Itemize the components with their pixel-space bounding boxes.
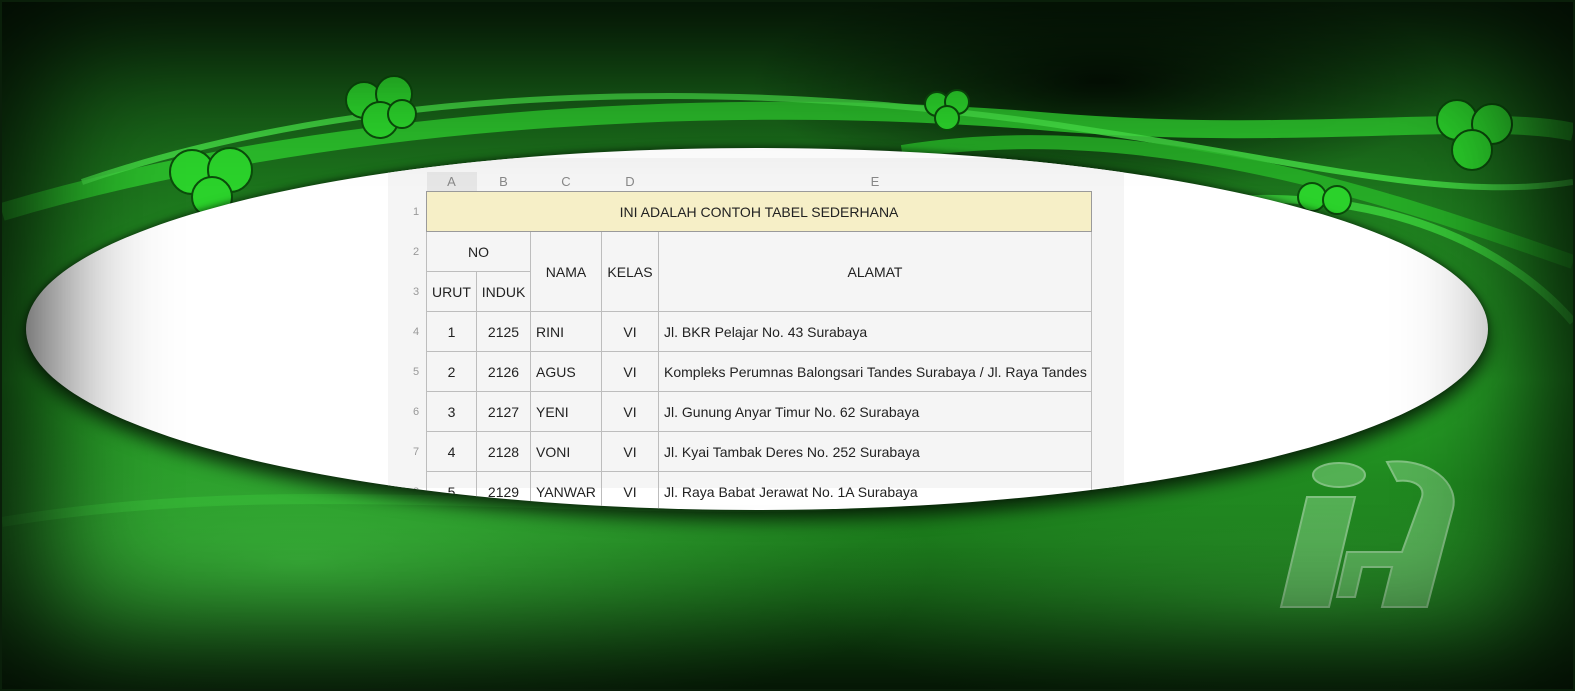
cell-urut[interactable]: 4 [426,431,477,472]
table-title[interactable]: INI ADALAH CONTOH TABEL SEDERHANA [426,191,1092,232]
row-number-4[interactable]: 4 [406,312,427,352]
row-number-3[interactable]: 3 [406,272,427,312]
header-no[interactable]: NO [426,231,531,272]
header-nama[interactable]: NAMA [530,231,602,312]
spotlight-ellipse: A B C D E 1 INI ADALAH CONTOH TABEL SEDE… [26,148,1488,510]
table-row: 6 3 2127 YENI VI Jl. Gunung Anyar Timur … [406,391,1092,432]
table-row: 8 5 2129 YANWAR VI Jl. Raya Babat Jerawa… [406,471,1092,511]
corner-cell [406,172,427,192]
row-number-8[interactable]: 8 [406,472,427,511]
column-header-c[interactable]: C [531,172,602,192]
row-number-1[interactable]: 1 [406,192,427,232]
column-header-b[interactable]: B [477,172,531,192]
cell-alamat[interactable]: Jl. BKR Pelajar No. 43 Surabaya [658,311,1092,352]
cell-kelas[interactable]: VI [601,431,659,472]
table-row: 2 NO NAMA KELAS ALAMAT [406,231,1092,312]
cell-kelas[interactable]: VI [601,471,659,510]
row-number-7[interactable]: 7 [406,432,427,472]
column-header-e[interactable]: E [659,172,1092,192]
cell-urut[interactable]: 5 [426,471,477,510]
cell-nama[interactable]: VONI [530,431,602,472]
cell-induk[interactable]: 2126 [476,351,531,392]
row-number-2[interactable]: 2 [406,232,427,272]
cell-urut[interactable]: 2 [426,351,477,392]
cell-kelas[interactable]: VI [601,391,659,432]
cell-urut[interactable]: 1 [426,311,477,352]
column-header-row: A B C D E [406,172,1092,192]
row-number-6[interactable]: 6 [406,392,427,432]
table-row: 4 1 2125 RINI VI Jl. BKR Pelajar No. 43 … [406,311,1092,352]
background-frame: A B C D E 1 INI ADALAH CONTOH TABEL SEDE… [2,2,1573,689]
cell-induk[interactable]: 2127 [476,391,531,432]
cell-urut[interactable]: 3 [426,391,477,432]
cell-alamat[interactable]: Jl. Gunung Anyar Timur No. 62 Surabaya [658,391,1092,432]
header-urut[interactable]: URUT [426,271,477,312]
header-kelas[interactable]: KELAS [601,231,659,312]
cell-kelas[interactable]: VI [601,311,659,352]
header-induk[interactable]: INDUK [476,271,531,312]
cell-kelas[interactable]: VI [601,351,659,392]
spreadsheet-preview: A B C D E 1 INI ADALAH CONTOH TABEL SEDE… [388,158,1124,510]
cell-nama[interactable]: YANWAR [530,471,602,510]
row-number-5[interactable]: 5 [406,352,427,392]
brand-logo-icon [1279,460,1455,608]
cell-induk[interactable]: 2125 [476,311,531,352]
cell-alamat[interactable]: Jl. Raya Babat Jerawat No. 1A Surabaya [658,471,1092,510]
column-header-a[interactable]: A [426,172,477,192]
header-alamat[interactable]: ALAMAT [658,231,1092,312]
cell-induk[interactable]: 2128 [476,431,531,472]
cell-alamat[interactable]: Kompleks Perumnas Balongsari Tandes Sura… [658,351,1092,392]
cell-induk[interactable]: 2129 [476,471,531,510]
cell-nama[interactable]: AGUS [530,351,602,392]
table-row: 5 2 2126 AGUS VI Kompleks Perumnas Balon… [406,351,1092,392]
cell-nama[interactable]: RINI [530,311,602,352]
cell-nama[interactable]: YENI [530,391,602,432]
column-header-d[interactable]: D [602,172,659,192]
cell-alamat[interactable]: Jl. Kyai Tambak Deres No. 252 Surabaya [658,431,1092,472]
table-row: 7 4 2128 VONI VI Jl. Kyai Tambak Deres N… [406,431,1092,472]
table-row: 1 INI ADALAH CONTOH TABEL SEDERHANA [406,191,1092,232]
